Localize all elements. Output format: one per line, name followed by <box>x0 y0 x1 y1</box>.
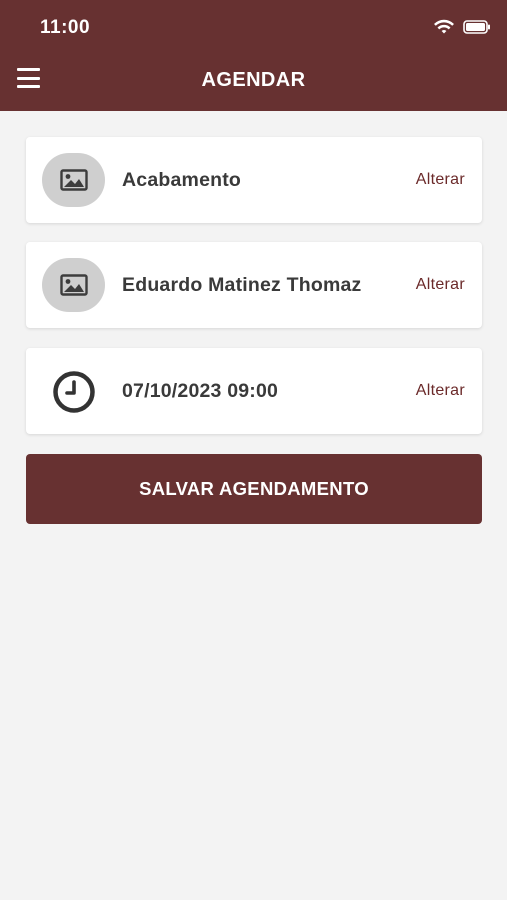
service-label: Acabamento <box>122 169 242 191</box>
datetime-label: 07/10/2023 09:00 <box>122 380 279 402</box>
image-icon <box>59 274 88 296</box>
change-service-button[interactable]: Alterar <box>416 137 465 223</box>
professional-thumbnail <box>42 258 105 312</box>
page-title: AGENDAR <box>201 69 306 91</box>
status-time: 11:00 <box>40 17 91 38</box>
professional-card: Eduardo Matinez Thomaz Alterar <box>26 242 482 328</box>
save-appointment-button[interactable]: SALVAR AGENDAMENTO <box>26 454 482 524</box>
datetime-card: 07/10/2023 09:00 Alterar <box>26 348 482 434</box>
professional-label: Eduardo Matinez Thomaz <box>122 274 362 296</box>
service-card: Acabamento Alterar <box>26 137 482 223</box>
change-professional-button[interactable]: Alterar <box>416 242 465 328</box>
image-icon <box>59 169 88 191</box>
wifi-icon <box>434 19 454 34</box>
change-datetime-button[interactable]: Alterar <box>416 348 465 434</box>
service-thumbnail <box>42 153 105 207</box>
clock-icon <box>53 371 95 413</box>
battery-icon <box>463 20 490 34</box>
status-icons <box>433 19 491 35</box>
app-header: 11:00 AGENDAR <box>0 0 507 111</box>
